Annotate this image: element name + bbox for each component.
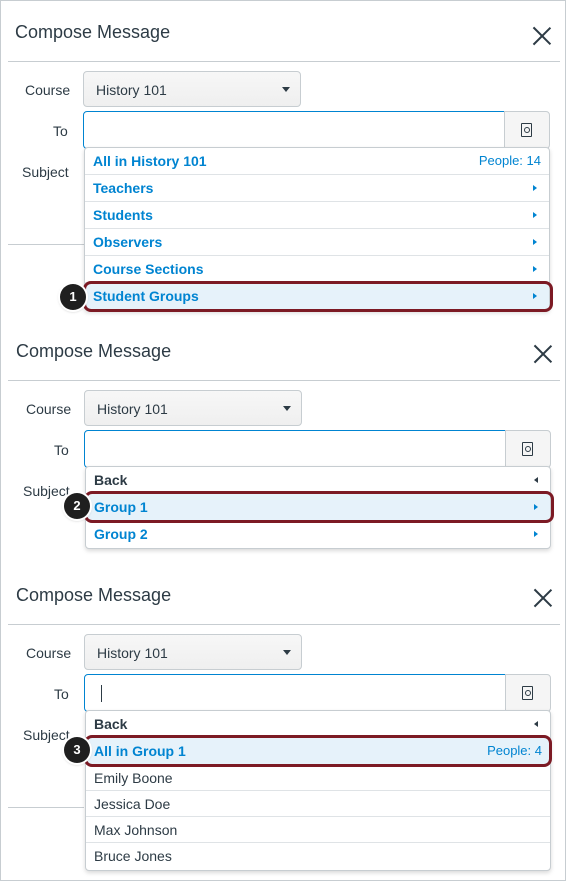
dialog-title: Compose Message: [15, 22, 171, 42]
step-badge: 3: [64, 737, 90, 763]
recipient-menu: Back Group 1 Group 2: [85, 466, 551, 549]
course-label: Course: [25, 82, 71, 98]
course-label: Course: [26, 401, 72, 417]
people-count: People: 14: [478, 153, 541, 168]
chevron-right-icon: [534, 504, 538, 510]
chevron-left-icon: [534, 721, 538, 727]
compose-panel-2: Compose Message Course History 101 To Su…: [0, 320, 568, 560]
menu-item-teachers[interactable]: Teachers: [85, 175, 549, 202]
menu-item-group-1[interactable]: Group 1: [86, 494, 550, 521]
course-select[interactable]: History 101: [84, 390, 302, 426]
menu-item-person[interactable]: Emily Boone: [86, 765, 550, 791]
subject-label: Subject: [23, 483, 70, 499]
menu-item-back[interactable]: Back: [86, 711, 550, 738]
menu-item-label: All in Group 1: [94, 743, 186, 759]
to-label: To: [54, 442, 69, 458]
menu-item-all-in-course[interactable]: All in History 101 People: 14: [85, 148, 549, 175]
step-badge: 2: [64, 493, 90, 519]
menu-item-students[interactable]: Students: [85, 202, 549, 229]
divider: [8, 244, 84, 245]
address-book-icon: [522, 442, 533, 456]
course-select[interactable]: History 101: [83, 71, 301, 107]
menu-item-person[interactable]: Max Johnson: [86, 817, 550, 843]
menu-item-label: Group 2: [94, 526, 148, 542]
address-book-icon: [521, 123, 532, 137]
to-label: To: [54, 686, 69, 702]
menu-item-label: All in History 101: [93, 153, 207, 169]
menu-item-student-groups[interactable]: Student Groups: [85, 283, 549, 310]
menu-item-label: Back: [94, 472, 128, 488]
subject-label: Subject: [22, 164, 69, 180]
menu-item-label: Back: [94, 716, 128, 732]
step-badge: 1: [60, 284, 86, 310]
recipient-menu: Back All in Group 1 People: 4 Emily Boon…: [85, 710, 551, 871]
menu-item-label: Students: [93, 207, 153, 223]
menu-item-all-in-group[interactable]: All in Group 1 People: 4: [86, 738, 550, 765]
menu-item-person[interactable]: Bruce Jones: [86, 843, 550, 870]
to-input[interactable]: [84, 430, 506, 468]
chevron-right-icon: [534, 531, 538, 537]
to-input[interactable]: [84, 674, 506, 712]
address-book-button[interactable]: [505, 674, 551, 712]
chevron-right-icon: [533, 239, 537, 245]
chevron-right-icon: [533, 266, 537, 272]
menu-item-label: Max Johnson: [94, 822, 178, 838]
menu-item-label: Student Groups: [93, 288, 199, 304]
course-value: History 101: [97, 401, 168, 417]
dialog-title: Compose Message: [16, 585, 172, 605]
chevron-right-icon: [533, 185, 537, 191]
caret-down-icon: [282, 87, 290, 92]
menu-item-label: Teachers: [93, 180, 154, 196]
caret-down-icon: [283, 650, 291, 655]
dialog-title: Compose Message: [16, 341, 172, 361]
menu-item-label: Jessica Doe: [94, 796, 171, 812]
course-select[interactable]: History 101: [84, 634, 302, 670]
menu-item-observers[interactable]: Observers: [85, 229, 549, 256]
menu-item-label: Bruce Jones: [94, 848, 172, 864]
menu-item-course-sections[interactable]: Course Sections: [85, 256, 549, 283]
menu-item-person[interactable]: Jessica Doe: [86, 791, 550, 817]
address-book-button[interactable]: [504, 111, 550, 149]
menu-item-label: Group 1: [94, 499, 148, 515]
menu-item-back[interactable]: Back: [86, 467, 550, 494]
menu-item-label: Emily Boone: [94, 770, 173, 786]
compose-panel-3: Compose Message Course History 101 To Su…: [0, 564, 568, 883]
to-input[interactable]: [83, 111, 505, 149]
people-count: People: 4: [487, 743, 542, 758]
address-book-icon: [522, 686, 533, 700]
to-label: To: [53, 123, 68, 139]
course-label: Course: [26, 645, 72, 661]
recipient-menu: All in History 101 People: 14 Teachers S…: [84, 147, 550, 311]
divider: [8, 61, 560, 62]
chevron-left-icon: [534, 477, 538, 483]
close-icon[interactable]: [531, 25, 553, 47]
chevron-right-icon: [533, 212, 537, 218]
divider: [8, 624, 560, 625]
close-icon[interactable]: [532, 343, 554, 365]
divider: [8, 807, 84, 808]
menu-item-group-2[interactable]: Group 2: [86, 521, 550, 548]
chevron-right-icon: [533, 293, 537, 299]
address-book-button[interactable]: [505, 430, 551, 468]
text-cursor: [101, 685, 102, 702]
divider: [8, 380, 560, 381]
caret-down-icon: [283, 406, 291, 411]
menu-item-label: Course Sections: [93, 261, 204, 277]
subject-label: Subject: [23, 727, 70, 743]
close-icon[interactable]: [532, 587, 554, 609]
compose-panel-1: Compose Message Course History 101 To Su…: [0, 0, 568, 320]
course-value: History 101: [97, 645, 168, 661]
menu-item-label: Observers: [93, 234, 163, 250]
course-value: History 101: [96, 82, 167, 98]
